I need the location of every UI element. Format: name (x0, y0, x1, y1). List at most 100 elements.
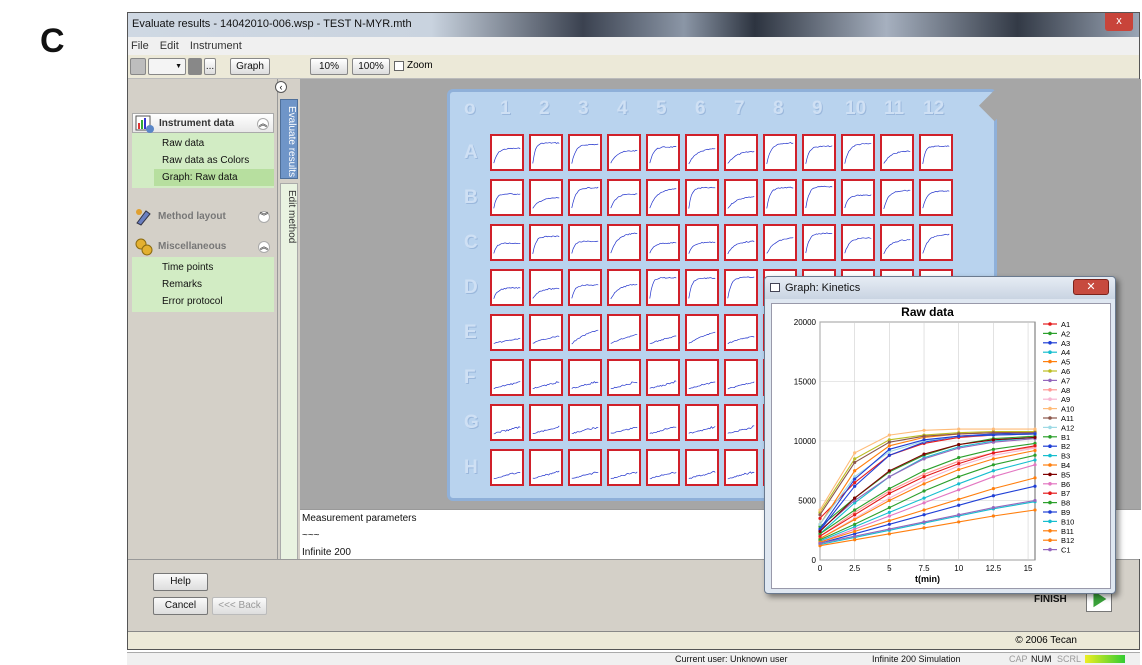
well-C6[interactable] (685, 224, 719, 261)
well-F6[interactable] (685, 359, 719, 396)
zoom-10-button[interactable]: 10% (310, 58, 348, 75)
chevron-up-icon[interactable]: ︽ (257, 118, 269, 130)
well-C7[interactable] (724, 224, 758, 261)
well-B12[interactable] (919, 179, 953, 216)
group-header-method-layout[interactable]: Method layout ︾ (132, 207, 274, 227)
well-C5[interactable] (646, 224, 680, 261)
well-E1[interactable] (490, 314, 524, 351)
well-C3[interactable] (568, 224, 602, 261)
column-header-8[interactable]: 8 (773, 98, 784, 120)
menu-file[interactable]: File (131, 40, 149, 52)
row-header-B[interactable]: B (464, 187, 478, 209)
well-A11[interactable] (880, 134, 914, 171)
well-G1[interactable] (490, 404, 524, 441)
well-D7[interactable] (724, 269, 758, 306)
well-B2[interactable] (529, 179, 563, 216)
group-header-miscellaneous[interactable]: Miscellaneous ︽ (132, 237, 274, 257)
well-H6[interactable] (685, 449, 719, 486)
well-B7[interactable] (724, 179, 758, 216)
column-header-4[interactable]: 4 (617, 98, 628, 120)
well-D3[interactable] (568, 269, 602, 306)
well-H4[interactable] (607, 449, 641, 486)
well-D1[interactable] (490, 269, 524, 306)
back-button[interactable]: <<< Back (212, 597, 267, 615)
well-B10[interactable] (841, 179, 875, 216)
well-E3[interactable] (568, 314, 602, 351)
well-C11[interactable] (880, 224, 914, 261)
well-B3[interactable] (568, 179, 602, 216)
well-C12[interactable] (919, 224, 953, 261)
well-H5[interactable] (646, 449, 680, 486)
well-H3[interactable] (568, 449, 602, 486)
sidebar-item-graph-raw-data[interactable]: Graph: Raw data (154, 169, 274, 186)
column-header-11[interactable]: 11 (884, 98, 904, 120)
well-H1[interactable] (490, 449, 524, 486)
well-A12[interactable] (919, 134, 953, 171)
color-swatch[interactable] (188, 58, 202, 75)
well-A1[interactable] (490, 134, 524, 171)
well-H7[interactable] (724, 449, 758, 486)
well-B8[interactable] (763, 179, 797, 216)
well-D6[interactable] (685, 269, 719, 306)
more-button[interactable]: ... (204, 58, 216, 75)
well-C4[interactable] (607, 224, 641, 261)
chevron-up-icon[interactable]: ︽ (258, 241, 270, 253)
zoom-100-button[interactable]: 100% (352, 58, 390, 75)
plate-select-dropdown[interactable]: ▼ (148, 58, 186, 75)
well-F7[interactable] (724, 359, 758, 396)
well-A8[interactable] (763, 134, 797, 171)
sidebar-collapse-button[interactable]: ‹ (275, 81, 287, 93)
column-header-1[interactable]: 1 (500, 98, 511, 120)
well-C1[interactable] (490, 224, 524, 261)
well-D5[interactable] (646, 269, 680, 306)
kinetics-close-button[interactable]: ✕ (1073, 279, 1109, 295)
column-header-10[interactable]: 10 (845, 98, 866, 120)
well-A7[interactable] (724, 134, 758, 171)
sidebar-item-error-protocol[interactable]: Error protocol (162, 293, 274, 310)
well-F1[interactable] (490, 359, 524, 396)
well-C8[interactable] (763, 224, 797, 261)
well-E5[interactable] (646, 314, 680, 351)
sidebar-item-raw-data-colors[interactable]: Raw data as Colors (162, 152, 274, 169)
column-header-5[interactable]: 5 (656, 98, 667, 120)
well-D2[interactable] (529, 269, 563, 306)
window-close-button[interactable]: x (1105, 13, 1133, 31)
well-B9[interactable] (802, 179, 836, 216)
well-G6[interactable] (685, 404, 719, 441)
well-D4[interactable] (607, 269, 641, 306)
well-E6[interactable] (685, 314, 719, 351)
well-A9[interactable] (802, 134, 836, 171)
well-F3[interactable] (568, 359, 602, 396)
row-header-C[interactable]: C (464, 232, 478, 254)
well-A5[interactable] (646, 134, 680, 171)
well-A6[interactable] (685, 134, 719, 171)
graph-button[interactable]: Graph (230, 58, 270, 75)
group-header-instrument-data[interactable]: Instrument data ︽ (132, 113, 274, 133)
column-header-6[interactable]: 6 (695, 98, 706, 120)
well-E4[interactable] (607, 314, 641, 351)
well-B5[interactable] (646, 179, 680, 216)
well-H2[interactable] (529, 449, 563, 486)
well-A10[interactable] (841, 134, 875, 171)
well-C10[interactable] (841, 224, 875, 261)
menu-instrument[interactable]: Instrument (190, 40, 242, 52)
toolbar-icon[interactable] (130, 58, 146, 75)
row-header-E[interactable]: E (464, 322, 477, 344)
column-header-12[interactable]: 12 (923, 98, 944, 120)
well-B1[interactable] (490, 179, 524, 216)
help-button[interactable]: Help (153, 573, 208, 591)
well-G4[interactable] (607, 404, 641, 441)
sidebar-item-time-points[interactable]: Time points (162, 259, 274, 276)
well-F2[interactable] (529, 359, 563, 396)
well-G2[interactable] (529, 404, 563, 441)
row-header-D[interactable]: D (464, 277, 478, 299)
well-F5[interactable] (646, 359, 680, 396)
chevron-down-icon[interactable]: ︾ (258, 211, 270, 223)
tab-evaluate-results[interactable]: Evaluate results (280, 99, 298, 179)
well-B11[interactable] (880, 179, 914, 216)
well-E2[interactable] (529, 314, 563, 351)
well-A2[interactable] (529, 134, 563, 171)
column-header-3[interactable]: 3 (578, 98, 589, 120)
well-F4[interactable] (607, 359, 641, 396)
well-E7[interactable] (724, 314, 758, 351)
